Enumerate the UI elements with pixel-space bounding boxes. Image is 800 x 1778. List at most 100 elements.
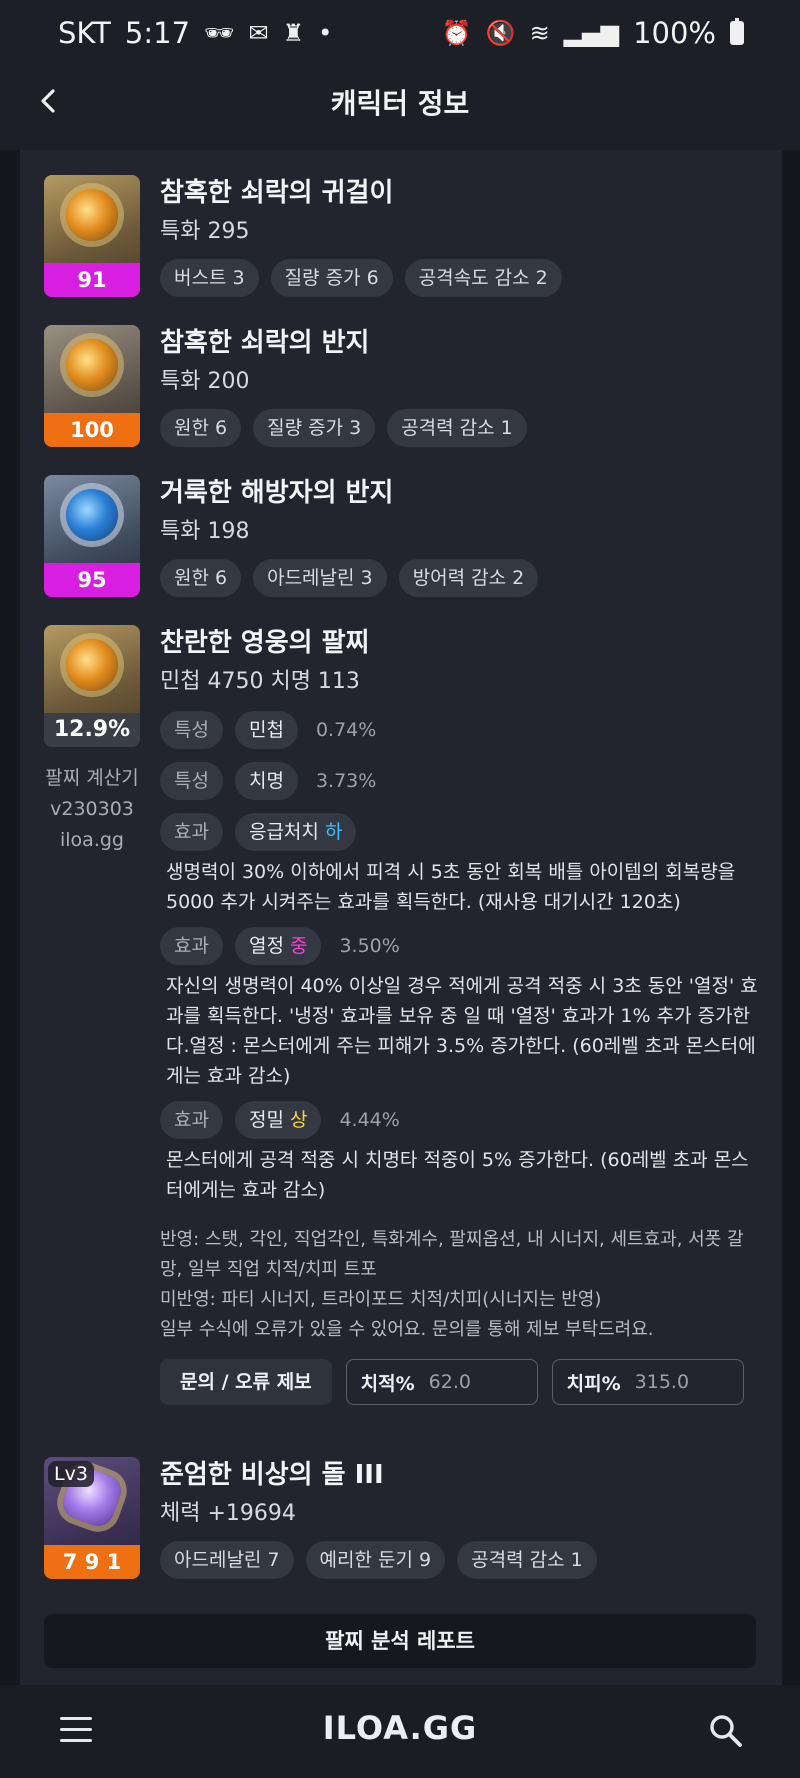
engraving-tag: 질량 증가 6 [270, 259, 393, 297]
engraving-tag: 질량 증가 3 [253, 409, 376, 447]
earring-gem-icon [66, 189, 118, 241]
engraving-tag: 버스트 3 [160, 259, 259, 297]
effect-label: 열정 [248, 935, 284, 957]
trait-row: 특성 민첩 0.74% [160, 711, 760, 749]
crit-damage-value: 315.0 [634, 1371, 690, 1393]
quality-badge: 91 [44, 263, 140, 297]
keyhole-icon: ♜ [282, 19, 305, 47]
accessory-ring-1[interactable]: 100 참혹한 쇠락의 반지 특화 200 원한 6 질량 증가 3 공격력 감… [44, 325, 764, 449]
effect-row: 효과 응급처치 하 [160, 813, 760, 851]
item-stat: 특화 198 [160, 519, 250, 544]
effect-grade: 상 [289, 1109, 308, 1131]
crit-rate-value: 62.0 [428, 1371, 471, 1393]
item-name: 참혹한 쇠락의 귀걸이 [160, 178, 394, 208]
carrier-label: SKT [58, 16, 111, 50]
trait-label-pill: 치명 [234, 762, 298, 800]
crit-rate-label: 치적% [360, 1372, 415, 1395]
item-stat: 체력 +19694 [160, 1501, 296, 1526]
effect-description: 자신의 생명력이 40% 이상일 경우 적에게 공격 적중 시 3초 동안 '열… [166, 975, 758, 1087]
battery-percent: 100% [633, 16, 716, 50]
effect-grade: 하 [324, 821, 343, 843]
page-title: 캐릭터 정보 [330, 87, 470, 120]
gmail-icon: ✉ [248, 19, 269, 47]
crit-damage-label: 치피% [566, 1372, 621, 1395]
effect-kind-pill: 효과 [160, 813, 223, 851]
effect-label: 응급처치 [248, 821, 319, 843]
alarm-icon: ⏰ [441, 19, 472, 47]
stone-level-badge: Lv3 [48, 1461, 94, 1487]
effect-kind-pill: 효과 [160, 1101, 223, 1139]
crit-damage-field[interactable]: 치피% 315.0 [551, 1359, 744, 1405]
right-gutter [782, 150, 800, 1685]
engraving-tag: 원한 6 [160, 559, 242, 597]
app-header: 캐릭터 정보 [0, 66, 800, 136]
engraving-tag: 아드레날린 3 [253, 559, 387, 597]
bracelet-thumbnail[interactable]: 12.9% [44, 625, 140, 747]
effect-kind-pill: 효과 [160, 927, 223, 965]
engraving-tag: 방어력 감소 2 [398, 559, 539, 597]
accessory-earring[interactable]: 91 참혹한 쇠락의 귀걸이 특화 295 버스트 3 질량 증가 6 공격속도… [44, 175, 764, 299]
mute-icon: 🔇 [485, 19, 516, 47]
item-stat: 특화 295 [160, 219, 250, 244]
calc-site: iloa.gg [60, 829, 124, 851]
engraving-tag: 공격력 감소 1 [387, 409, 527, 447]
engraving-tags: 버스트 3 질량 증가 6 공격속도 감소 2 [160, 259, 760, 297]
signal-icon: ▂▄▆ [563, 19, 620, 47]
item-info: 참혹한 쇠락의 반지 특화 200 원한 6 질량 증가 3 공격력 감소 1 [160, 325, 760, 447]
bracelet-section: 12.9% 팔찌 계산기 v230303 iloa.gg 찬란한 영웅의 팔찌 … [44, 625, 764, 1435]
ring-gem-icon [66, 489, 118, 541]
engraving-tags: 원한 6 질량 증가 3 공격력 감소 1 [160, 409, 760, 447]
effect-description: 몬스터에게 공격 적중 시 치명타 적중이 5% 증가한다. (60레벨 초과 … [166, 1149, 749, 1201]
trait-value: 3.73% [315, 770, 377, 792]
crit-rate-field[interactable]: 치적% 62.0 [345, 1359, 538, 1405]
effect-description: 생명력이 30% 이하에서 피격 시 5초 동안 회복 배틀 아이템의 회복량을… [166, 861, 736, 913]
trait-value: 0.74% [315, 719, 377, 741]
effect-label-pill: 열정 중 [234, 927, 322, 965]
left-gutter [0, 150, 20, 1685]
incognito-icon: 🕶 [204, 19, 235, 47]
ability-stone[interactable]: Lv3 7 9 1 준엄한 비상의 돌 III 체력 +19694 아드레날린 … [44, 1457, 764, 1581]
report-error-button[interactable]: 문의 / 오류 제보 [160, 1359, 332, 1405]
brand-logo[interactable]: ILOA.GG [0, 1709, 800, 1747]
ring-thumbnail: 95 [44, 475, 140, 597]
status-right: ⏰ 🔇 ≋ ▂▄▆ 100% [442, 16, 744, 50]
battery-icon [730, 18, 744, 45]
effect-label-pill: 정밀 상 [234, 1101, 322, 1139]
bracelet-percent-badge: 12.9% [44, 713, 140, 747]
bottom-navigation: ILOA.GG [0, 1685, 800, 1778]
calc-controls: 문의 / 오류 제보 치적% 62.0 치피% 315.0 [160, 1359, 760, 1405]
effect-row: 효과 정밀 상 4.44% [160, 1101, 760, 1139]
clock: 5:17 [124, 16, 191, 50]
item-stat: 특화 200 [160, 369, 250, 394]
item-name: 준엄한 비상의 돌 III [160, 1460, 384, 1490]
item-stat: 민첩 4750 치명 113 [160, 669, 360, 694]
engraving-tags: 아드레날린 7 예리한 둔기 9 공격력 감소 1 [160, 1541, 760, 1579]
trait-row: 특성 치명 3.73% [160, 762, 760, 800]
search-icon[interactable] [708, 1713, 744, 1749]
trait-kind-pill: 특성 [160, 762, 223, 800]
engraving-tag: 공격속도 감소 2 [404, 259, 562, 297]
calc-notes: 반영: 스탯, 각인, 직업각인, 특화계수, 팔찌옵션, 내 시너지, 세트효… [160, 1225, 760, 1345]
item-info: 거룩한 해방자의 반지 특화 198 원한 6 아드레날린 3 방어력 감소 2 [160, 475, 760, 597]
effect-value: 3.50% [339, 935, 400, 957]
effect-grade: 중 [289, 935, 308, 957]
notification-dot-icon: • [318, 19, 333, 47]
notes-disclaimer: 일부 수식에 오류가 있을 수 있어요. 문의를 통해 제보 부탁드려요. [160, 1319, 654, 1340]
quality-badge: 7 9 1 [44, 1545, 140, 1579]
engraving-tag: 아드레날린 7 [160, 1541, 294, 1579]
ring-thumbnail: 100 [44, 325, 140, 447]
bracelet-calculator-note: 팔찌 계산기 v230303 iloa.gg [44, 763, 140, 856]
bracelet-analysis-report-button[interactable]: 팔찌 분석 레포트 [44, 1614, 756, 1668]
quality-badge: 100 [44, 413, 140, 447]
wifi-icon: ≋ [529, 19, 550, 47]
item-name: 참혹한 쇠락의 반지 [160, 328, 370, 358]
effect-label-pill: 응급처치 하 [234, 813, 357, 851]
bracelet-gem-icon [66, 639, 118, 691]
item-info: 참혹한 쇠락의 귀걸이 특화 295 버스트 3 질량 증가 6 공격속도 감소… [160, 175, 760, 297]
trait-kind-pill: 특성 [160, 711, 223, 749]
item-info: 준엄한 비상의 돌 III 체력 +19694 아드레날린 7 예리한 둔기 9… [160, 1457, 760, 1579]
stone-thumbnail: Lv3 7 9 1 [44, 1457, 140, 1579]
accessory-ring-2[interactable]: 95 거룩한 해방자의 반지 특화 198 원한 6 아드레날린 3 방어력 감… [44, 475, 764, 599]
engraving-tag: 원한 6 [160, 409, 242, 447]
effect-row: 효과 열정 중 3.50% [160, 927, 760, 965]
